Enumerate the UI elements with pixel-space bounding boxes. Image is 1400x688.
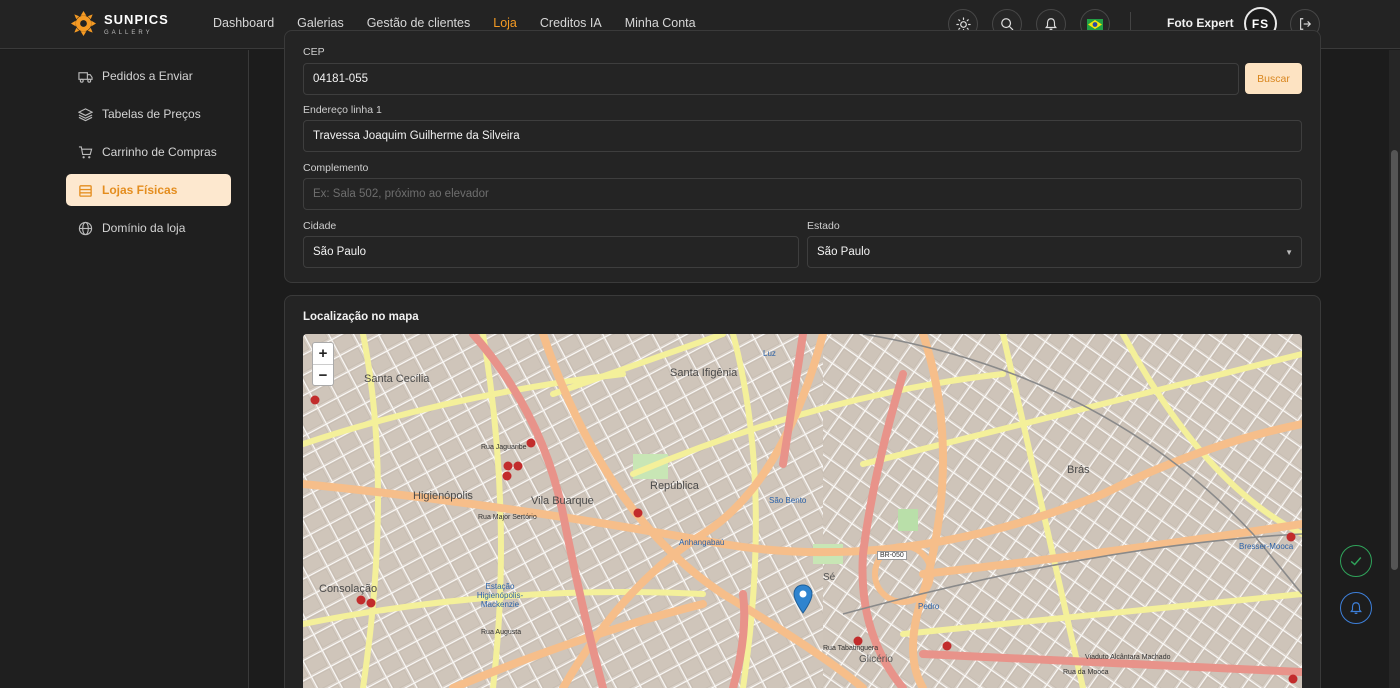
location-map[interactable]: + − Santa Cecília Santa Ifigênia Luz Rep… xyxy=(303,334,1302,688)
main-nav: Dashboard Galerias Gestão de clientes Lo… xyxy=(213,16,719,30)
sidebar-item-pedidos[interactable]: Pedidos a Enviar xyxy=(66,60,231,92)
map-label-santa-ifigenia: Santa Ifigênia xyxy=(670,367,738,379)
sidebar: Pedidos a Enviar Tabelas de Preços Carri… xyxy=(0,50,249,688)
sidebar-item-label: Carrinho de Compras xyxy=(102,145,217,159)
city-label: Cidade xyxy=(303,220,337,232)
cart-icon xyxy=(78,145,93,158)
map-label-br050: BR-050 xyxy=(877,551,907,560)
city-field[interactable]: São Paulo xyxy=(303,236,799,268)
address1-label: Endereço linha 1 xyxy=(303,104,382,116)
sun-logo-icon xyxy=(70,10,97,37)
sidebar-item-label: Tabelas de Preços xyxy=(102,107,201,121)
brand-logo[interactable]: SUNPICS GALLERY xyxy=(70,10,169,37)
scrollbar-thumb[interactable] xyxy=(1391,150,1398,570)
map-label-republica: República xyxy=(650,480,699,492)
chevron-down-icon: ▼ xyxy=(1285,248,1293,257)
sidebar-item-tabelas[interactable]: Tabelas de Preços xyxy=(66,98,231,130)
sidebar-item-label: Pedidos a Enviar xyxy=(102,69,193,83)
nav-gestao-clientes[interactable]: Gestão de clientes xyxy=(367,16,471,30)
truck-icon xyxy=(78,71,93,83)
nav-minha-conta[interactable]: Minha Conta xyxy=(625,16,696,30)
sidebar-item-label: Domínio da loja xyxy=(102,221,186,235)
brand-name: SUNPICS xyxy=(104,11,169,27)
map-label-estacao: Estação Higienópolis-Mackenzie xyxy=(476,582,524,609)
user-name[interactable]: Foto Expert xyxy=(1167,16,1234,30)
map-label-santa-cecilia: Santa Cecília xyxy=(364,373,430,385)
state-select[interactable]: São Paulo ▼ xyxy=(807,236,1302,268)
map-label-pedro: Pedro xyxy=(918,602,940,611)
sidebar-item-label: Lojas Físicas xyxy=(102,183,178,197)
zoom-in-button[interactable]: + xyxy=(313,343,333,364)
map-label-bresser: Bresser-Mooca xyxy=(1239,542,1294,551)
check-icon xyxy=(1350,557,1362,566)
map-label-viaduto: Viaduto Alcântara Machado xyxy=(1085,654,1171,661)
map-card-title: Localização no mapa xyxy=(303,311,419,323)
map-label-rua-tabatinguera: Rua Tabatinguera xyxy=(823,645,879,652)
zoom-out-button[interactable]: − xyxy=(313,364,333,385)
sidebar-item-dominio[interactable]: Domínio da loja xyxy=(66,212,231,244)
state-label: Estado xyxy=(807,220,840,232)
cep-label: CEP xyxy=(303,46,325,58)
success-toast-button[interactable] xyxy=(1340,545,1372,577)
map-label-luz: Luz xyxy=(763,349,776,358)
map-label-higienopolis: Higienópolis xyxy=(413,490,473,502)
bell-icon xyxy=(1045,18,1057,31)
location-pin-icon[interactable] xyxy=(793,584,813,614)
map-tiles xyxy=(303,334,1302,688)
complement-label: Complemento xyxy=(303,162,369,174)
map-label-anhangabau: Anhangabaú xyxy=(679,538,725,547)
map-label-sao-bento: São Bento xyxy=(769,496,807,505)
logout-icon xyxy=(1300,18,1312,30)
layers-icon xyxy=(78,107,93,121)
state-select-value: São Paulo xyxy=(817,246,871,258)
map-label-consolacao: Consolação xyxy=(319,583,378,595)
nav-galerias[interactable]: Galerias xyxy=(297,16,344,30)
map-label-rua-jaguaribe: Rua Jaguaribe xyxy=(481,444,527,451)
brazil-flag-icon xyxy=(1087,18,1103,30)
nav-loja[interactable]: Loja xyxy=(493,16,517,30)
map-label-glicerio: Glicério xyxy=(859,654,893,665)
store-icon xyxy=(79,184,92,197)
search-icon xyxy=(1001,18,1014,31)
sidebar-item-lojas-fisicas[interactable]: Lojas Físicas xyxy=(66,174,231,206)
brand-sub: GALLERY xyxy=(104,29,153,36)
map-zoom-control: + − xyxy=(312,342,334,386)
buscar-button[interactable]: Buscar xyxy=(1245,63,1302,94)
map-label-se: Sé xyxy=(823,572,836,583)
globe-icon xyxy=(78,221,93,235)
bell-icon xyxy=(1350,602,1362,615)
map-label-rua-augusta: Rua Augusta xyxy=(481,629,522,636)
notification-toast-button[interactable] xyxy=(1340,592,1372,624)
sidebar-item-carrinho[interactable]: Carrinho de Compras xyxy=(66,136,231,168)
address1-field[interactable]: Travessa Joaquim Guilherme da Silveira xyxy=(303,120,1302,152)
map-label-bras: Brás xyxy=(1067,464,1090,476)
nav-creditos-ia[interactable]: Creditos IA xyxy=(540,16,602,30)
map-label-rua-mooca: Rua da Mooca xyxy=(1063,669,1109,676)
map-label-rua-major-sertorio: Rua Major Sertório xyxy=(478,514,537,521)
page-scrollbar[interactable] xyxy=(1389,50,1400,688)
nav-dashboard[interactable]: Dashboard xyxy=(213,16,274,30)
complement-field[interactable]: Ex: Sala 502, próximo ao elevador xyxy=(303,178,1302,210)
cep-field[interactable]: 04181-055 xyxy=(303,63,1239,95)
map-label-vila-buarque: Vila Buarque xyxy=(531,495,594,507)
